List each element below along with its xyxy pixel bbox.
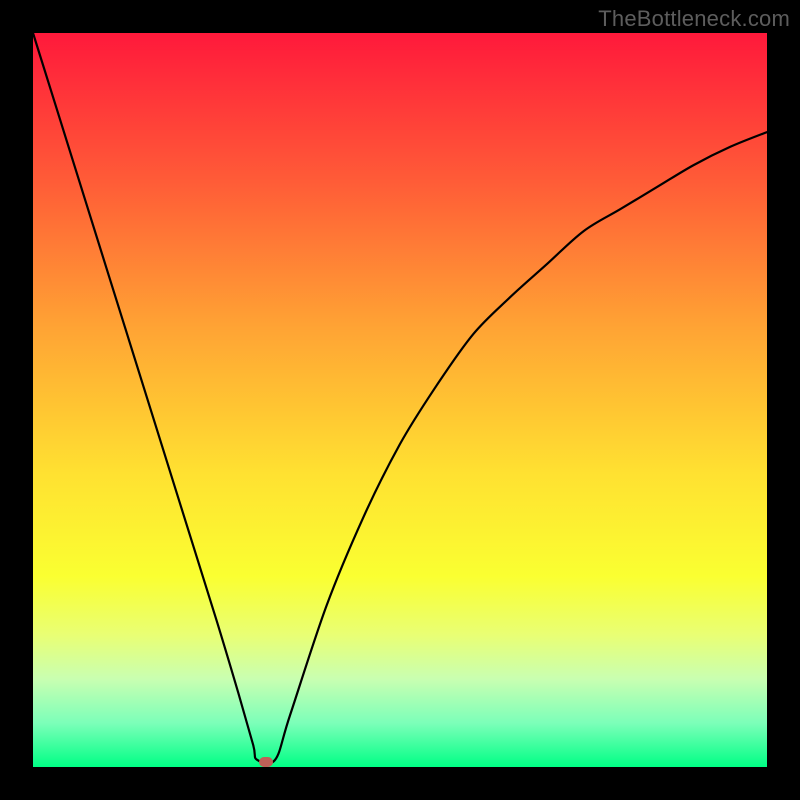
- minimum-marker: [259, 757, 273, 767]
- chart-frame: TheBottleneck.com: [0, 0, 800, 800]
- plot-area: [33, 33, 767, 767]
- watermark-text: TheBottleneck.com: [598, 6, 790, 32]
- curve-svg: [33, 33, 767, 767]
- bottleneck-curve-path: [33, 33, 767, 764]
